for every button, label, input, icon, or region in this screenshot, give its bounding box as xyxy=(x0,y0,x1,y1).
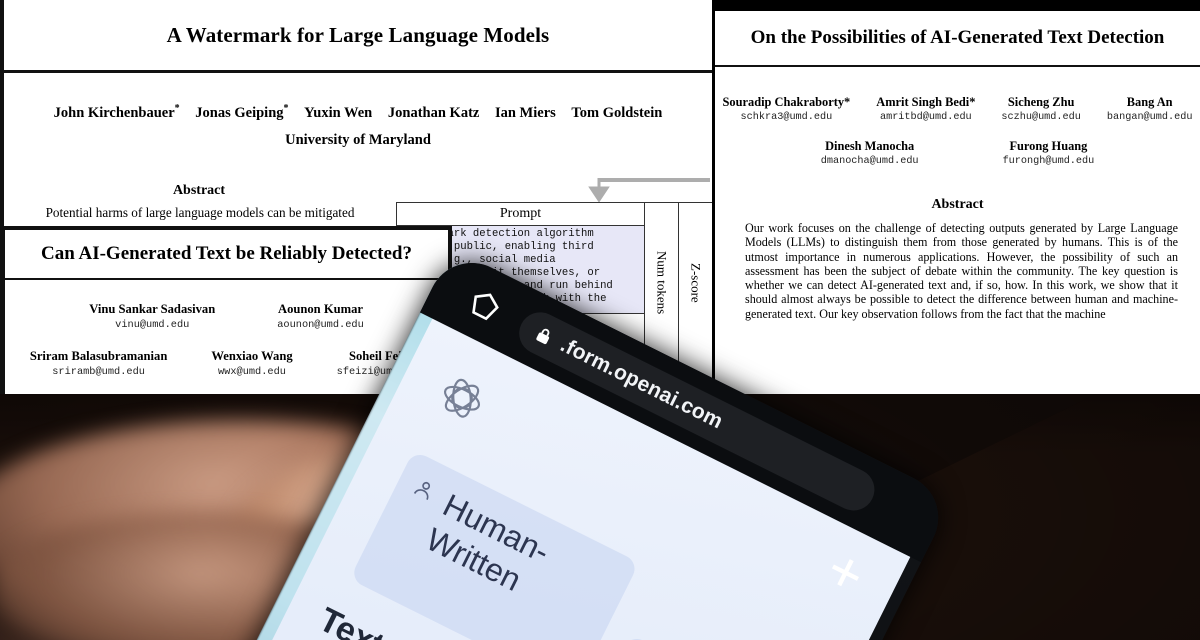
person-icon xyxy=(413,481,431,500)
screenshot-canvas: A Watermark for Large Language Models Jo… xyxy=(0,0,1200,640)
author-name: Sriram Balasubramanian xyxy=(29,349,168,363)
author-name: Bang An xyxy=(1126,95,1173,109)
paper-on-the-possibilities-of-ai-generated-text-detection: On the Possibilities of AI-Generated Tex… xyxy=(712,0,1200,432)
author-block: Vinu Sankar Sadasivan vinu@umd.edu xyxy=(89,302,215,331)
author-row: Vinu Sankar Sadasivan vinu@umd.edu Aouno… xyxy=(5,302,448,331)
page-title: Can AI-Generated Text be Reliably Detect… xyxy=(41,243,412,264)
author-name: Vinu Sankar Sadasivan xyxy=(89,302,216,316)
author-block: Amrit Singh Bedi* amritbd@umd.edu xyxy=(876,95,975,123)
openai-logo-icon xyxy=(443,378,481,418)
table-header-prompt: Prompt xyxy=(397,203,644,226)
author-footnote-marker: * xyxy=(283,103,289,114)
author-row: Souradip Chakraborty* schkra3@umd.edu Am… xyxy=(715,95,1200,123)
author-name: Dinesh Manocha xyxy=(825,139,915,153)
column-header-label: Z-score xyxy=(688,263,704,303)
author-name: Sicheng Zhu xyxy=(1007,95,1075,109)
author-name: Wenxiao Wang xyxy=(211,349,293,363)
author-name: Jonathan Katz xyxy=(387,104,480,121)
author-email: furongh@umd.edu xyxy=(1002,156,1095,167)
abstract-heading: Abstract xyxy=(172,182,226,198)
author-email: bangan@umd.edu xyxy=(1106,112,1193,123)
tabs-icon[interactable] xyxy=(465,286,505,326)
paper-title-band: On the Possibilities of AI-Generated Tex… xyxy=(715,11,1200,67)
author-name: Yuxin Wen xyxy=(304,104,373,121)
author-email: vinu@umd.edu xyxy=(115,319,190,331)
column-header-label: Num tokens xyxy=(654,251,670,315)
choice-card-label: Human-Written xyxy=(420,486,556,598)
author-email: sczhu@umd.edu xyxy=(1001,112,1081,123)
author-list: John Kirchenbauer* Jonas Geiping* Yuxin … xyxy=(4,103,712,122)
author-email: aounon@umd.edu xyxy=(277,319,364,331)
author-email: dmanocha@umd.edu xyxy=(820,156,919,167)
author-row: Sriram Balasubramanian sriramb@umd.edu W… xyxy=(5,349,448,378)
abstract-heading: Abstract xyxy=(931,197,984,212)
author-block: Wenxiao Wang wwx@umd.edu xyxy=(211,349,292,378)
text-field-label: Text xyxy=(312,600,391,640)
author-footnote-marker: * xyxy=(174,103,180,114)
author-block: Dinesh Manocha dmanocha@umd.edu xyxy=(821,139,919,167)
abstract-body: Our work focuses on the challenge of det… xyxy=(745,221,1178,321)
author-block: Aounon Kumar aounon@umd.edu xyxy=(277,302,364,331)
choice-card-human-written[interactable]: Human-Written xyxy=(349,450,640,640)
paper-can-ai-generated-text-be-reliably-detected: Can AI-Generated Text be Reliably Detect… xyxy=(0,226,452,398)
lock-icon xyxy=(536,328,550,344)
author-name: Souradip Chakraborty* xyxy=(722,95,851,109)
author-row: Dinesh Manocha dmanocha@umd.edu Furong H… xyxy=(715,139,1200,167)
paper-title-band: A Watermark for Large Language Models xyxy=(4,0,712,73)
author-name: Amrit Singh Bedi* xyxy=(876,95,976,109)
author-email: wwx@umd.edu xyxy=(217,366,286,378)
abstract-first-line: Potential harms of large language models… xyxy=(45,204,355,220)
author-name: John Kirchenbauer* xyxy=(53,103,180,121)
author-email: schkra3@umd.edu xyxy=(740,112,833,123)
author-block: Souradip Chakraborty* schkra3@umd.edu xyxy=(723,95,851,123)
author-name: Furong Huang xyxy=(1009,139,1088,153)
author-name: Ian Miers xyxy=(494,104,556,121)
author-email: sriramb@umd.edu xyxy=(52,366,145,378)
paper-title-band: Can AI-Generated Text be Reliably Detect… xyxy=(5,230,448,280)
affiliation: University of Maryland xyxy=(285,131,431,148)
author-name: Aounon Kumar xyxy=(277,302,363,316)
callout-arrow-icon xyxy=(588,178,710,202)
page-title: A Watermark for Large Language Models xyxy=(166,22,550,47)
page-title: On the Possibilities of AI-Generated Tex… xyxy=(750,27,1165,48)
author-email: amritbd@umd.edu xyxy=(879,112,972,123)
author-block: Bang An bangan@umd.edu xyxy=(1107,95,1193,123)
author-name: Tom Goldstein xyxy=(571,104,663,121)
author-block: Furong Huang furongh@umd.edu xyxy=(1003,139,1095,167)
author-block: Sicheng Zhu sczhu@umd.edu xyxy=(1001,95,1080,123)
author-block: Sriram Balasubramanian sriramb@umd.edu xyxy=(30,349,168,378)
author-name: Jonas Geiping* xyxy=(195,103,289,121)
